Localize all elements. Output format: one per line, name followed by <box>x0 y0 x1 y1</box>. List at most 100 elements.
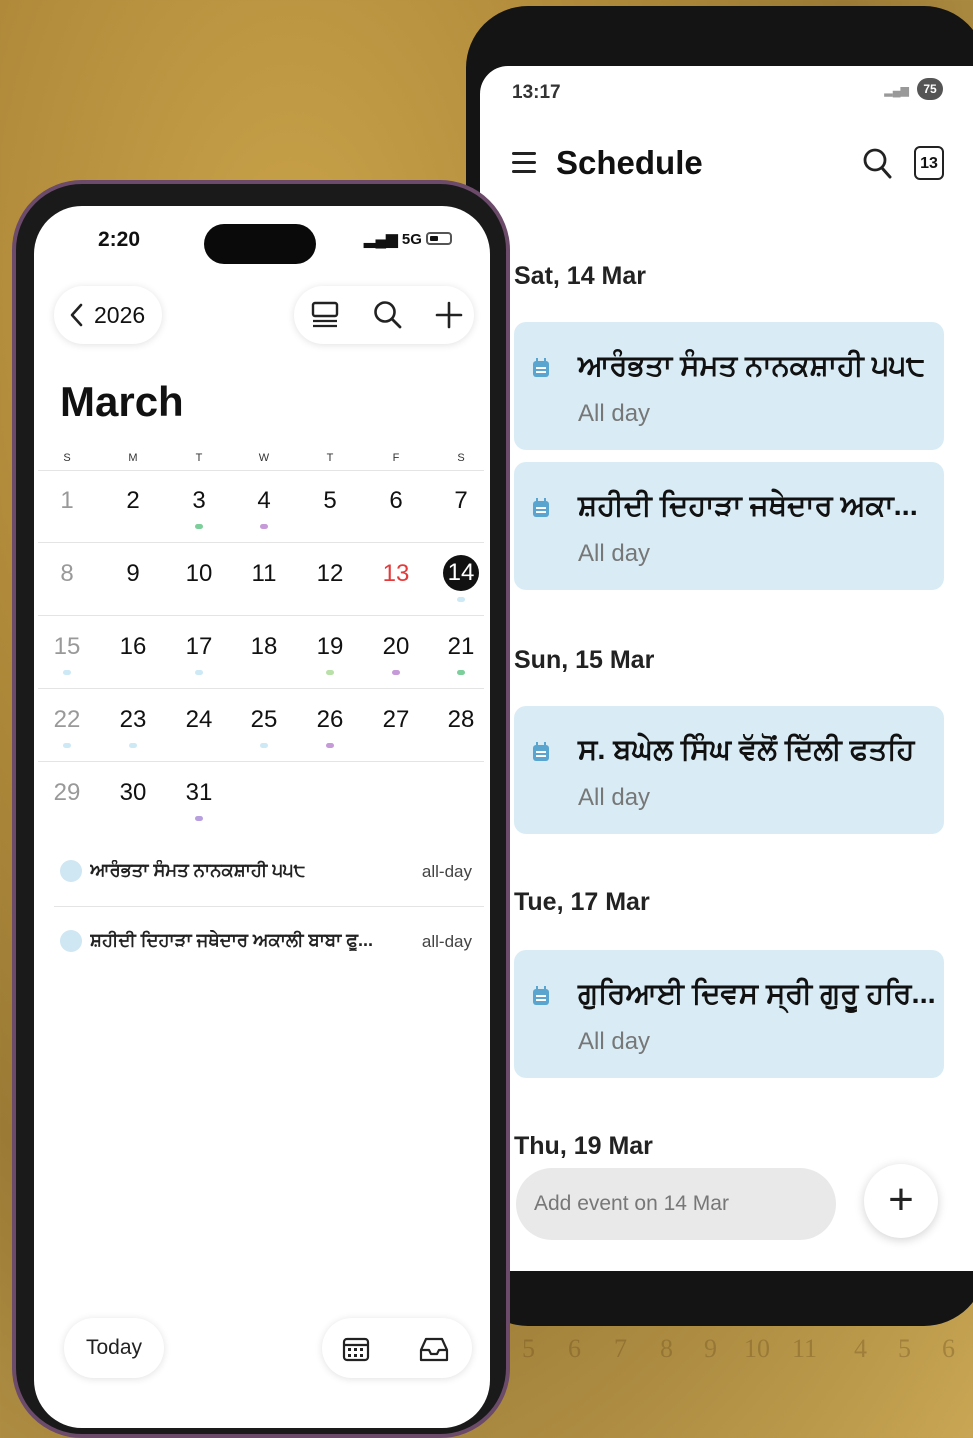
calendar-day[interactable]: 11 <box>240 547 288 607</box>
day-number: 1 <box>60 487 74 514</box>
calendar-day[interactable]: 19 <box>306 620 354 680</box>
event-indicator-dot <box>392 670 400 675</box>
calendar-day[interactable]: 30 <box>109 766 157 826</box>
iphone-screen: 2:20 ▂▄▆ 5G 2026 March SMTWTFS 123456789… <box>34 206 490 1428</box>
calendar-day[interactable]: 29 <box>43 766 91 826</box>
day-number: 5 <box>323 487 337 514</box>
event-title: ਸ਼ਹੀਦੀ ਦਿਹਾੜਾ ਜਥੇਦਾਰ ਅਕਾਲੀ ਬਾਬਾ ਫੂ... <box>90 930 374 950</box>
event-card[interactable]: ਸ਼ਹੀਦੀ ਦਿਹਾੜਾ ਜਥੇਦਾਰ ਅਕਾ... All day <box>514 462 944 590</box>
day-number: 10 <box>185 560 213 587</box>
calendar-day-selected[interactable]: 14 <box>437 547 485 607</box>
event-time: all-day <box>421 932 472 951</box>
calendar-day[interactable]: 24 <box>175 693 223 753</box>
calendar-day[interactable]: 25 <box>240 693 288 753</box>
calendar-day[interactable]: 21 <box>437 620 485 680</box>
bg-digit: 6 <box>942 1334 955 1363</box>
day-header: Thu, 19 Mar <box>514 1132 653 1160</box>
today-date-button[interactable]: 13 <box>914 146 944 180</box>
week-divider <box>38 542 484 543</box>
day-header: Sat, 14 Mar <box>514 262 647 290</box>
day-number: 20 <box>382 633 410 660</box>
event-title: ਸ. ਬਘੇਲ ਸਿੰਘ ਵੱਲੋਂ ਦਿੱਲੀ ਫਤਹਿ <box>578 734 915 766</box>
calendar-day[interactable]: 23 <box>109 693 157 753</box>
day-number: 23 <box>119 706 147 733</box>
calendar-day[interactable]: 31 <box>175 766 223 826</box>
event-time: All day <box>578 1028 651 1055</box>
calendar-day[interactable]: 8 <box>43 547 91 607</box>
calendar-day[interactable]: 3 <box>175 474 223 534</box>
event-time: All day <box>578 400 651 427</box>
search-icon[interactable] <box>862 146 892 180</box>
network-label: 5G <box>401 231 422 248</box>
event-card[interactable]: ਆਰੰਭਤਾ ਸੰਮਤ ਨਾਨਕਸ਼ਾਹੀ ੫੫੮ All day <box>514 322 944 450</box>
calendar-day[interactable]: 22 <box>43 693 91 753</box>
list-item[interactable]: ਸ਼ਹੀਦੀ ਦਿਹਾੜਾ ਜਥੇਦਾਰ ਅਕਾਲੀ ਬਾਬਾ ਫੂ... al… <box>56 922 476 962</box>
calendar-day[interactable]: 26 <box>306 693 354 753</box>
calendar-grid-icon[interactable] <box>342 1335 370 1363</box>
calendar-day[interactable]: 17 <box>175 620 223 680</box>
weekday-label: W <box>258 452 270 464</box>
calendar-day[interactable]: 2 <box>109 474 157 534</box>
menu-icon[interactable] <box>512 152 536 174</box>
calendar-day[interactable]: 4 <box>240 474 288 534</box>
event-title: ਗੁਰਿਆਈ ਦਿਵਸ ਸ੍ਰੀ ਗੁਰੂ ਹਰਿ... <box>578 978 936 1010</box>
calendar-day[interactable]: 12 <box>306 547 354 607</box>
event-title: ਆਰੰਭਤਾ ਸੰਮਤ ਨਾਨਕਸ਼ਾਹੀ ੫੫੮ <box>90 860 306 880</box>
calendar-day[interactable]: 5 <box>306 474 354 534</box>
day-header: Sun, 15 Mar <box>514 646 655 674</box>
event-indicator-dot <box>326 670 334 675</box>
day-number: 21 <box>447 633 475 660</box>
calendar-event-icon <box>533 358 549 377</box>
inbox-icon[interactable] <box>418 1335 450 1363</box>
calendar-day[interactable]: 6 <box>372 474 420 534</box>
calendar-day[interactable]: 20 <box>372 620 420 680</box>
calendar-day[interactable]: 9 <box>109 547 157 607</box>
today-button[interactable]: Today <box>64 1318 164 1378</box>
day-header: Tue, 17 Mar <box>514 888 650 916</box>
add-event-button[interactable]: + <box>864 1164 938 1238</box>
signal-icon: ▂▄▆ <box>884 85 909 97</box>
plus-icon: + <box>888 1175 914 1224</box>
signal-network: ▂▄▆ 5G <box>364 231 422 248</box>
event-title: ਆਰੰਭਤਾ ਸੰਮਤ ਨਾਨਕਸ਼ਾਹੀ ੫੫੮ <box>578 350 926 382</box>
event-indicator-dot <box>63 743 71 748</box>
calendar-day[interactable]: 10 <box>175 547 223 607</box>
calendar-event-icon <box>60 860 82 882</box>
weekday-label: S <box>457 452 465 464</box>
battery-badge: 75 <box>917 78 943 100</box>
event-time: All day <box>578 784 651 811</box>
bg-digit: 4 <box>854 1334 867 1363</box>
calendar-day[interactable]: 28 <box>437 693 485 753</box>
background-calendar-grid: 5 6 7 8 9 10 11 4 5 6 <box>500 1330 973 1438</box>
weekday-label: T <box>326 452 334 464</box>
back-to-year-button[interactable]: 2026 <box>54 286 162 344</box>
list-item[interactable]: ਆਰੰਭਤਾ ਸੰਮਤ ਨਾਨਕਸ਼ਾਹੀ ੫੫੮ all-day <box>56 852 476 892</box>
calendar-day[interactable]: 15 <box>43 620 91 680</box>
chevron-left-icon <box>70 303 83 327</box>
calendar-day[interactable]: 7 <box>437 474 485 534</box>
android-screen: 13:17 ▂▄▆ 75 Schedule 13 Sat, 14 Mar ਆਰੰ… <box>480 66 973 1271</box>
add-event-placeholder: Add event on 14 Mar <box>534 1192 729 1215</box>
event-title: ਸ਼ਹੀਦੀ ਦਿਹਾੜਾ ਜਥੇਦਾਰ ਅਕਾ... <box>578 490 918 522</box>
calendar-day[interactable]: 13 <box>372 547 420 607</box>
day-number: 31 <box>185 779 213 806</box>
calendar-day[interactable]: 16 <box>109 620 157 680</box>
day-number: 19 <box>316 633 344 660</box>
calendar-day[interactable]: 1 <box>43 474 91 534</box>
day-number: 8 <box>60 560 74 587</box>
event-card[interactable]: ਸ. ਬਘੇਲ ਸਿੰਘ ਵੱਲੋਂ ਦਿੱਲੀ ਫਤਹਿ All day <box>514 706 944 834</box>
add-event-input[interactable]: Add event on 14 Mar <box>516 1168 836 1240</box>
day-number: 7 <box>454 487 468 514</box>
day-number: 18 <box>250 633 278 660</box>
calendar-day[interactable]: 27 <box>372 693 420 753</box>
search-icon[interactable] <box>372 299 404 331</box>
event-card[interactable]: ਗੁਰਿਆਈ ਦਿਵਸ ਸ੍ਰੀ ਗੁਰੂ ਹਰਿ... All day <box>514 950 944 1078</box>
battery-icon <box>426 232 452 245</box>
event-indicator-dot <box>260 524 268 529</box>
list-view-icon[interactable] <box>310 300 340 330</box>
event-indicator-dot <box>326 743 334 748</box>
day-number: 30 <box>119 779 147 806</box>
plus-icon[interactable] <box>434 300 464 330</box>
event-indicator-dot <box>195 816 203 821</box>
calendar-day[interactable]: 18 <box>240 620 288 680</box>
